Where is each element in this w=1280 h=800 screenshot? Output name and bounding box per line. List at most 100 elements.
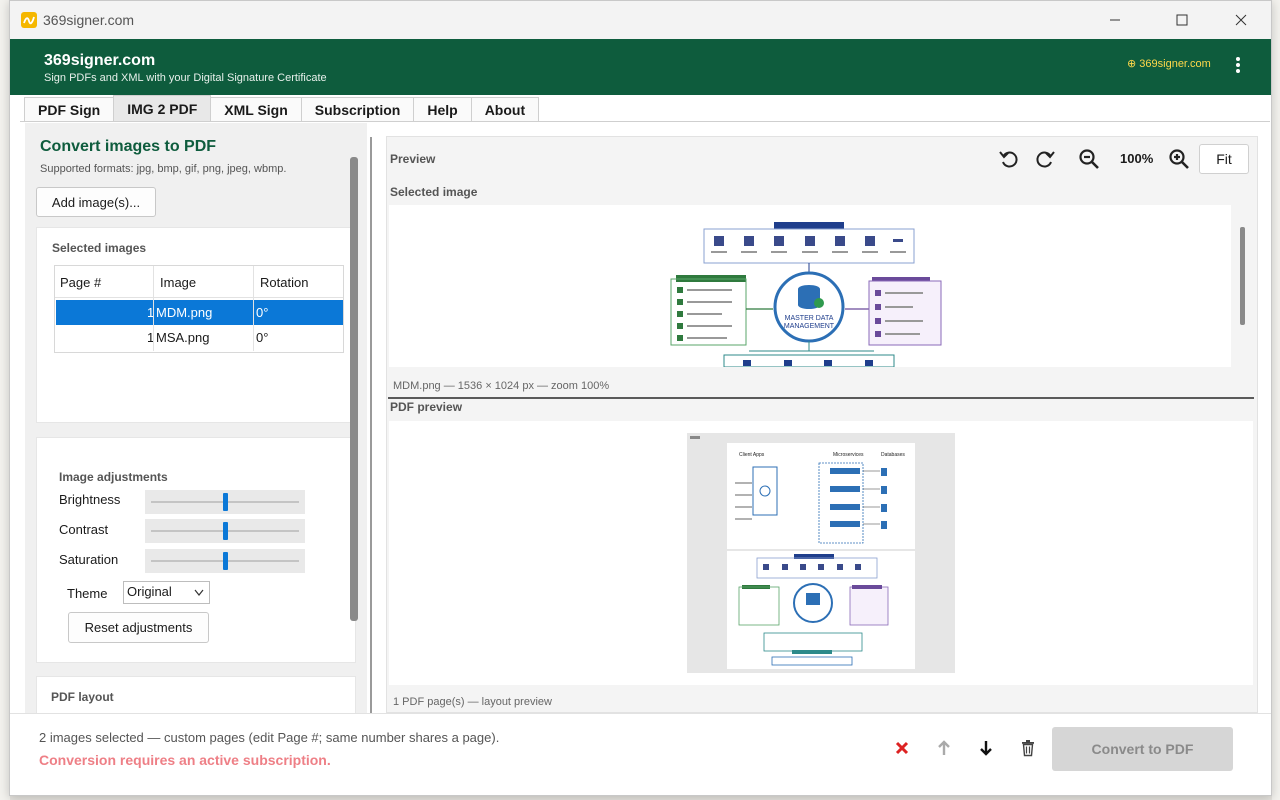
- pdf-preview-viewer[interactable]: Client Apps Microservices Databases: [389, 421, 1253, 685]
- msa-client-apps: Client Apps: [739, 452, 765, 458]
- mdm-image-thumbnail: MASTER DATA MANAGEMENT: [659, 217, 959, 367]
- website-link-label: 369signer.com: [1139, 58, 1211, 70]
- table-row[interactable]: 1 MDM.png 0°: [56, 300, 343, 325]
- preview-label: Preview: [390, 152, 436, 166]
- image-caption: MDM.png — 1536 × 1024 px — zoom 100%: [393, 380, 610, 392]
- zoom-in-button[interactable]: [1167, 147, 1191, 171]
- msa-microservices: Microservices: [833, 452, 864, 458]
- app-subtitle: Sign PDFs and XML with your Digital Sign…: [44, 72, 327, 84]
- cell-rotation[interactable]: 0°: [256, 305, 268, 320]
- cell-rotation[interactable]: 0°: [256, 330, 268, 345]
- supported-formats: Supported formats: jpg, bmp, gif, png, j…: [40, 163, 287, 175]
- saturation-slider[interactable]: [145, 549, 305, 573]
- svg-text:MANAGEMENT: MANAGEMENT: [784, 323, 835, 330]
- background-window-edge-right: [1271, 0, 1280, 800]
- more-menu-button[interactable]: [1232, 55, 1244, 75]
- move-up-button[interactable]: [934, 738, 954, 758]
- tab-pdf-sign[interactable]: PDF Sign: [24, 97, 115, 121]
- tab-img-2-pdf[interactable]: IMG 2 PDF: [113, 95, 212, 121]
- globe-icon: ⊕: [1127, 58, 1137, 70]
- fit-button[interactable]: Fit: [1199, 144, 1249, 174]
- column-header-page[interactable]: Page #: [60, 275, 101, 290]
- rotate-right-icon: [1036, 151, 1055, 168]
- chevron-down-icon: [194, 589, 204, 596]
- splitter[interactable]: [370, 137, 372, 713]
- brightness-slider[interactable]: [145, 490, 305, 514]
- mdm-diagram: MASTER DATA MANAGEMENT: [670, 222, 942, 367]
- brightness-label: Brightness: [59, 492, 121, 507]
- maximize-icon: [1176, 14, 1188, 26]
- tab-divider: [20, 121, 1270, 122]
- clear-all-button[interactable]: [1018, 738, 1038, 758]
- tab-about[interactable]: About: [470, 97, 540, 121]
- zoom-in-icon: [1169, 149, 1189, 169]
- pdf-layout-section: PDF layout: [36, 676, 356, 713]
- tab-xml-sign[interactable]: XML Sign: [210, 97, 302, 121]
- pdf-layout-label: PDF layout: [51, 690, 114, 704]
- title-bar[interactable]: 369signer.com: [10, 1, 1271, 39]
- arrow-up-icon: [938, 740, 950, 755]
- add-images-button[interactable]: Add image(s)...: [36, 187, 156, 217]
- website-link[interactable]: ⊕ 369signer.com: [1127, 57, 1211, 70]
- column-divider: [253, 266, 254, 351]
- contrast-slider[interactable]: [145, 519, 305, 543]
- tab-help[interactable]: Help: [413, 97, 472, 121]
- minimize-icon: [1110, 19, 1120, 21]
- saturation-slider-thumb[interactable]: [223, 552, 228, 570]
- selected-image-viewer[interactable]: MASTER DATA MANAGEMENT: [389, 205, 1231, 367]
- remove-image-button[interactable]: [892, 738, 912, 758]
- reset-adjustments-button[interactable]: Reset adjustments: [68, 612, 209, 643]
- tab-subscription[interactable]: Subscription: [300, 97, 415, 121]
- close-icon: [1235, 14, 1247, 26]
- panel-heading: Convert images to PDF: [40, 138, 217, 155]
- app-title: 369signer.com: [44, 52, 156, 69]
- table-row[interactable]: 1 MSA.png 0°: [56, 325, 343, 350]
- pdf-page-diagram: Client Apps Microservices Databases: [690, 436, 915, 669]
- kebab-dot: [1236, 63, 1240, 67]
- close-button[interactable]: [1218, 1, 1264, 39]
- convert-to-pdf-button[interactable]: Convert to PDF: [1052, 727, 1233, 771]
- theme-label: Theme: [67, 586, 108, 601]
- move-down-button[interactable]: [976, 738, 996, 758]
- rotate-left-button[interactable]: [997, 147, 1021, 171]
- column-divider: [153, 266, 154, 351]
- contrast-slider-thumb[interactable]: [223, 522, 228, 540]
- app-logo-icon: [21, 12, 37, 28]
- brightness-slider-thumb[interactable]: [223, 493, 228, 511]
- cell-image[interactable]: MDM.png: [156, 305, 212, 320]
- theme-select[interactable]: Original: [123, 581, 210, 604]
- arrow-down-icon: [980, 741, 992, 756]
- left-panel-scrollbar[interactable]: [350, 157, 358, 621]
- main-tabs: PDF Sign IMG 2 PDF XML Sign Subscription…: [24, 95, 540, 121]
- pdf-caption: 1 PDF page(s) — layout preview: [393, 696, 552, 708]
- preview-splitter[interactable]: [388, 397, 1254, 399]
- table-header: Page # Image Rotation: [55, 266, 343, 298]
- zoom-out-button[interactable]: [1077, 147, 1101, 171]
- trash-icon: [1022, 740, 1034, 757]
- column-header-rotation[interactable]: Rotation: [260, 275, 308, 290]
- footer-bar: 2 images selected — custom pages (edit P…: [10, 713, 1271, 795]
- saturation-label: Saturation: [59, 552, 119, 567]
- kebab-dot: [1236, 69, 1240, 73]
- theme-select-value: Original: [127, 584, 172, 599]
- selected-image-label: Selected image: [390, 185, 478, 199]
- pdf-page-preview: Client Apps Microservices Databases: [687, 433, 955, 673]
- image-adjustments-label: Image adjustments: [59, 470, 168, 484]
- subscription-warning: Conversion requires an active subscripti…: [39, 752, 331, 768]
- msa-databases: Databases: [881, 452, 905, 458]
- window-title: 369signer.com: [43, 12, 135, 28]
- zoom-out-icon: [1079, 149, 1099, 169]
- maximize-button[interactable]: [1159, 1, 1205, 39]
- image-scrollbar[interactable]: [1240, 227, 1245, 325]
- rotate-left-icon: [999, 151, 1018, 168]
- minimize-button[interactable]: [1092, 1, 1138, 39]
- kebab-dot: [1236, 57, 1240, 61]
- delete-x-icon: [895, 741, 909, 755]
- pdf-preview-label: PDF preview: [390, 400, 463, 414]
- cell-image[interactable]: MSA.png: [156, 330, 209, 345]
- column-header-image[interactable]: Image: [160, 275, 196, 290]
- rotate-right-button[interactable]: [1033, 147, 1057, 171]
- app-window: 369signer.com 369signer.com Sign PDFs an…: [9, 0, 1272, 796]
- images-table: Page # Image Rotation 1 MDM.png 0° 1 MSA…: [54, 265, 344, 353]
- zoom-level: 100%: [1120, 151, 1154, 166]
